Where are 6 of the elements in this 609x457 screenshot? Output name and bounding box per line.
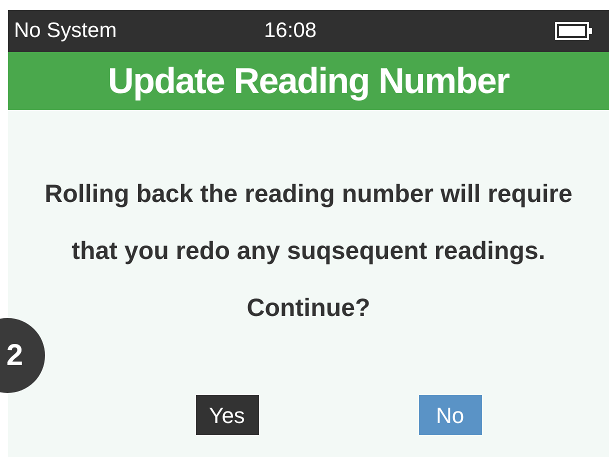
confirmation-message: Rolling back the reading number will require that you redo any suqsequent readings. Continue? (44, 179, 574, 324)
clock-time: 16:08 (264, 18, 318, 44)
screen-title: Update Reading Number (108, 59, 510, 103)
dialog-button[interactable]: Yes (196, 395, 258, 435)
battery-icon (555, 22, 593, 40)
system-status: No System (14, 18, 118, 44)
